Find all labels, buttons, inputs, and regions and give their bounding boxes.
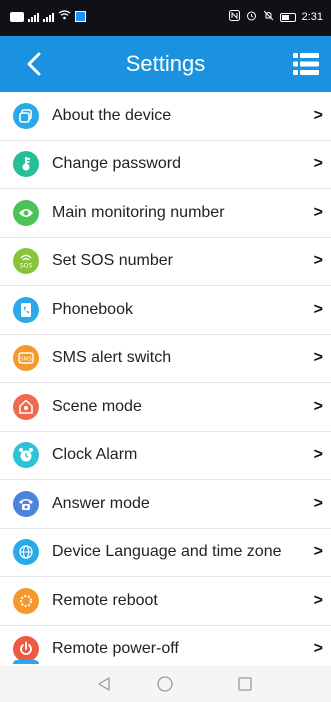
menu-item-remote-reboot[interactable]: Remote reboot >: [0, 577, 331, 626]
menu-item-device-language-time-zone[interactable]: Device Language and time zone >: [0, 529, 331, 577]
app-header: Settings: [0, 36, 331, 92]
nav-recents-button[interactable]: [236, 675, 254, 693]
menu-item-label: Clock Alarm: [52, 446, 138, 464]
alarm-icon: [246, 10, 257, 24]
mute-icon: [263, 10, 274, 24]
alarm-clock-icon: [13, 442, 39, 469]
chevron-right-icon: >: [313, 543, 323, 561]
phone-icon: [13, 490, 39, 517]
page-title: Settings: [125, 51, 206, 76]
menu-button[interactable]: [293, 52, 319, 76]
chevron-right-icon: >: [313, 591, 323, 609]
menu-item-label: Answer mode: [52, 494, 150, 512]
phonebook-icon: [13, 296, 39, 323]
nav-home-button[interactable]: [156, 675, 174, 693]
menu-item-answer-mode[interactable]: Answer mode >: [0, 480, 331, 529]
chevron-right-icon: >: [313, 446, 323, 464]
status-time: 2:31: [301, 11, 323, 23]
chevron-left-icon: [27, 52, 41, 76]
menu-item-label: Change password: [52, 155, 181, 173]
status-bar: 2:31: [0, 0, 331, 36]
menu-item-label: Remote reboot: [52, 591, 158, 609]
menu-item-label: About the device: [52, 106, 172, 124]
eye-icon: [13, 199, 39, 226]
menu-item-change-password[interactable]: Change password >: [0, 141, 331, 189]
menu-item-label: Scene mode: [52, 397, 142, 415]
menu-item-label: Device Language and time zone: [52, 543, 282, 561]
chevron-right-icon: >: [313, 640, 323, 658]
square-recents-icon: [238, 677, 252, 691]
wifi-icon: [58, 10, 71, 23]
sos-icon: SOS: [13, 248, 39, 275]
chevron-right-icon: >: [313, 349, 323, 367]
chevron-right-icon: >: [313, 106, 323, 124]
menu-item-about-device[interactable]: About the device >: [0, 92, 331, 141]
key-icon: [13, 151, 39, 178]
menu-item-label: SMS alert switch: [52, 349, 172, 367]
nav-back-button[interactable]: [95, 675, 113, 693]
chevron-right-icon: >: [313, 300, 323, 318]
signal-icon: [28, 12, 39, 22]
globe-icon: [13, 539, 39, 566]
sms-icon: SMS: [13, 345, 39, 372]
next-item-icon-partial: [13, 660, 39, 664]
menu-item-clock-alarm[interactable]: Clock Alarm >: [0, 432, 331, 480]
chevron-right-icon: >: [313, 155, 323, 173]
system-nav-bar: [0, 666, 331, 702]
menu-item-label: Set SOS number: [52, 252, 173, 270]
notification-icon: [75, 11, 86, 22]
status-right: 2:31: [228, 10, 323, 24]
menu-item-sms-alert-switch[interactable]: SMS SMS alert switch >: [0, 335, 331, 383]
triangle-back-icon: [98, 677, 110, 691]
settings-list: About the device > Change password > Mai…: [0, 92, 331, 674]
menu-item-label: Remote power-off: [52, 640, 179, 658]
back-button[interactable]: [22, 50, 48, 78]
menu-item-label: Main monitoring number: [52, 203, 225, 221]
chevron-right-icon: >: [313, 203, 323, 221]
hd-icon: [10, 11, 24, 22]
menu-item-label: Phonebook: [52, 300, 133, 318]
chevron-right-icon: >: [313, 494, 323, 512]
chevron-right-icon: >: [313, 252, 323, 270]
home-icon: [13, 393, 39, 420]
svg-text:SMS: SMS: [20, 357, 32, 363]
nfc-icon: [228, 10, 240, 24]
circle-home-icon: [157, 676, 173, 692]
menu-item-set-sos-number[interactable]: SOS Set SOS number >: [0, 238, 331, 286]
menu-item-phonebook[interactable]: Phonebook >: [0, 286, 331, 335]
signal-icon-2: [43, 12, 54, 22]
device-info-icon: [13, 102, 39, 129]
reboot-icon: [13, 587, 39, 614]
chevron-right-icon: >: [313, 397, 323, 415]
power-icon: [13, 636, 39, 663]
svg-text:SOS: SOS: [20, 263, 33, 270]
battery-icon: [279, 12, 296, 22]
status-left: [10, 10, 86, 23]
menu-item-scene-mode[interactable]: Scene mode >: [0, 383, 331, 432]
list-menu-icon: [293, 53, 319, 75]
menu-item-main-monitoring-number[interactable]: Main monitoring number >: [0, 189, 331, 238]
